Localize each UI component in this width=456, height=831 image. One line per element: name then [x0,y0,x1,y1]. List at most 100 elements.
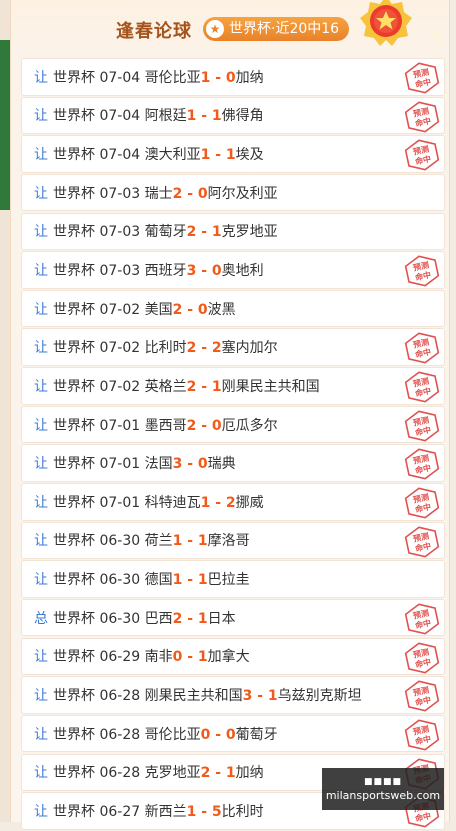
league-name: 世界杯 [53,147,95,164]
league-name: 世界杯 [53,688,95,704]
match-date: 06-29 [99,649,141,666]
home-score: 0 [200,726,211,743]
home-score: 2 [172,301,183,318]
match-date: 07-03 [99,262,141,279]
home-team: 比利时 [144,340,187,357]
home-team: 葡萄牙 [144,224,187,241]
panel-header: 逢春论球 ★ 世界杯·近20中16 ✦ [11,0,449,58]
match-date: 07-04 [99,147,141,164]
bet-type-label: 让 [34,147,48,164]
league-name: 世界杯 [53,417,95,434]
match-date: 07-03 [99,224,141,241]
score-separator: - [196,108,212,125]
match-text: 世界杯 06-28 克罗地亚2 - 1加纳 [53,762,264,782]
match-text: 世界杯 06-30 巴西2 - 1日本 [53,608,236,628]
home-score: 1 [200,494,211,511]
match-row[interactable]: 让世界杯 06-28 刚果民主共和国3 - 1乌兹别克斯坦 预测 命中 [21,676,445,714]
match-date: 07-02 [99,378,141,395]
match-text: 世界杯 06-27 新西兰1 - 5比利时 [53,801,264,821]
match-row[interactable]: 让世界杯 07-03 葡萄牙2 - 1克罗地亚 [21,212,445,251]
bet-type-label: 让 [34,649,48,666]
match-row[interactable]: 让世界杯 07-01 科特迪瓦1 - 2挪威 预测 命中 [21,483,445,521]
match-row[interactable]: 让世界杯 07-01 墨西哥2 - 0厄瓜多尔 预测 命中 [21,405,445,444]
match-date: 06-27 [99,803,141,820]
match-row[interactable]: 让世界杯 06-30 德国1 - 1巴拉圭 [21,560,445,598]
prediction-hit-stamp: 预测命中 [404,719,440,751]
score-separator: - [196,224,212,241]
match-row[interactable]: 让世界杯 06-29 南非0 - 1加拿大 预测 命中 [21,637,445,676]
league-name: 世界杯 [53,610,95,627]
match-row[interactable]: 让世界杯 07-02 英格兰2 - 1刚果民主共和国 预测 命中 [21,367,445,405]
match-date: 07-02 [99,340,141,357]
match-text: 世界杯 07-03 瑞士2 - 0阿尔及利亚 [53,183,278,203]
match-row[interactable]: 让世界杯 07-02 比利时2 - 2塞内加尔 预测 命中 [21,328,445,366]
record-badge: ★ 世界杯·近20中16 [203,17,350,41]
league-name: 世界杯 [53,301,95,318]
home-score: 1 [172,533,183,550]
score-separator: - [182,572,198,589]
league-name: 世界杯 [53,533,95,550]
prediction-hit-stamp: 预测命中 [404,448,440,480]
match-date: 07-01 [99,417,141,434]
match-date: 06-28 [99,726,141,743]
home-team: 克罗地亚 [144,765,201,782]
match-date: 07-04 [99,108,141,125]
match-date: 07-04 [99,69,141,86]
score-separator: - [210,69,226,86]
match-row[interactable]: 让世界杯 07-01 法国3 - 0瑞典 预测 命中 [21,444,445,482]
home-score: 3 [186,262,197,279]
away-score: 0 [211,417,222,434]
home-score: 2 [172,185,183,202]
league-name: 世界杯 [53,456,95,473]
match-row[interactable]: 让世界杯 06-30 荷兰1 - 1摩洛哥 预测 命中 [21,521,445,560]
home-score: 1 [200,147,211,164]
score-separator: - [252,688,268,704]
home-score: 0 [172,649,183,666]
home-team: 墨西哥 [144,417,187,434]
home-team: 刚果民主共和国 [144,688,243,704]
match-row[interactable]: 总世界杯 06-30 巴西2 - 1日本 预测 命中 [21,598,445,637]
background-image-strip [0,40,10,210]
home-score: 1 [200,69,211,86]
prediction-hit-stamp: 预测命中 [404,642,440,674]
bet-type-label: 让 [34,262,48,279]
bet-type-label: 让 [34,572,48,589]
league-name: 世界杯 [53,378,95,395]
match-text: 世界杯 07-04 哥伦比亚1 - 0加纳 [53,67,264,87]
score-separator: - [182,533,198,550]
prediction-hit-stamp: 预测命中 [404,526,440,558]
away-team: 波黑 [207,301,236,318]
league-name: 世界杯 [53,185,95,202]
match-text: 世界杯 07-03 葡萄牙2 - 1克罗地亚 [53,221,278,241]
match-row[interactable]: 让世界杯 07-04 哥伦比亚1 - 0加纳 预测 命中 [21,58,445,96]
away-team: 奥地利 [221,262,264,279]
match-row[interactable]: 让世界杯 06-28 哥伦比亚0 - 0葡萄牙 预测 命中 [21,714,445,753]
away-score: 5 [211,803,222,820]
away-score: 1 [211,224,222,241]
match-date: 06-30 [99,572,141,589]
bet-type-label: 让 [34,494,48,511]
match-row[interactable]: 让世界杯 07-04 阿根廷1 - 1佛得角 预测 命中 [21,96,445,135]
away-team: 葡萄牙 [235,726,278,743]
home-team: 德国 [144,572,173,589]
away-team: 佛得角 [221,108,264,125]
away-score: 1 [267,688,278,704]
match-text: 世界杯 06-28 哥伦比亚0 - 0葡萄牙 [53,724,278,744]
prediction-hit-stamp: 预测命中 [404,680,440,712]
match-row[interactable]: 让世界杯 07-03 瑞士2 - 0阿尔及利亚 [21,173,445,212]
score-separator: - [210,147,226,164]
prediction-hit-stamp: 预测命中 [404,410,440,442]
match-row[interactable]: 让世界杯 07-02 美国2 - 0波黑 [21,289,445,328]
score-separator: - [182,610,198,627]
home-team: 南非 [144,649,173,666]
match-text: 世界杯 07-02 比利时2 - 2塞内加尔 [53,337,278,357]
away-team: 加纳 [235,69,264,86]
score-separator: - [182,185,198,202]
prediction-hit-stamp: 预测命中 [404,371,440,403]
home-score: 1 [186,803,197,820]
match-row[interactable]: 让世界杯 07-04 澳大利亚1 - 1埃及 预测 命中 [21,135,445,173]
match-row[interactable]: 让世界杯 07-03 西班牙3 - 0奥地利 预测 命中 [21,251,445,289]
bet-type-label: 让 [34,185,48,202]
match-text: 世界杯 06-30 德国1 - 1巴拉圭 [53,569,250,589]
away-score: 2 [211,340,222,357]
